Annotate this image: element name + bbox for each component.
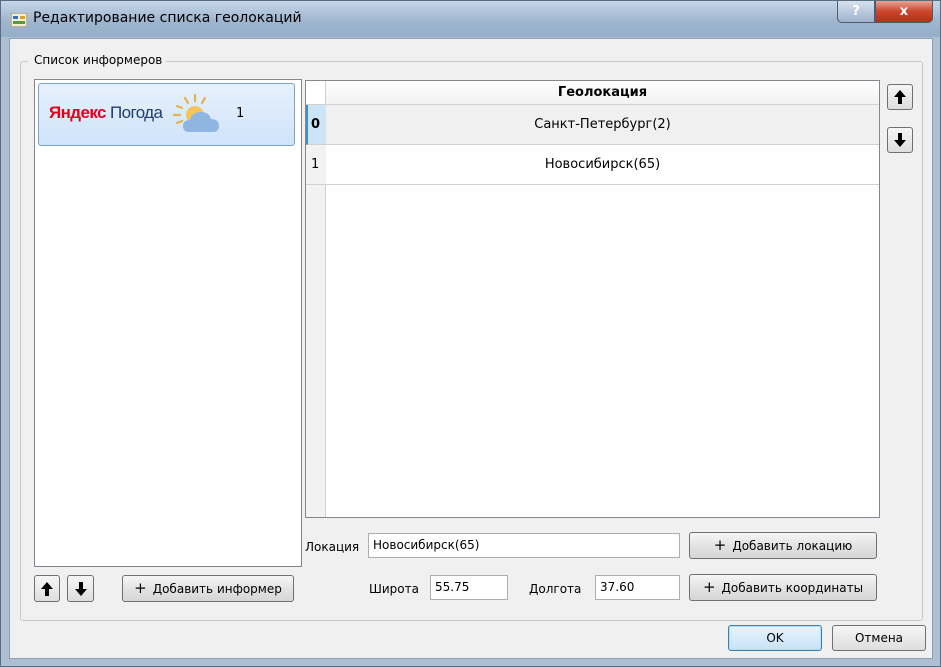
- table-row-1[interactable]: Новосибирск(65): [326, 145, 879, 185]
- add-coordinates-button[interactable]: + Добавить координаты: [689, 574, 877, 601]
- dialog-body: Список информеров Яндекс Погода 1 Геолок…: [9, 38, 933, 659]
- plus-icon: +: [134, 579, 147, 597]
- informer-item[interactable]: Яндекс Погода 1: [38, 83, 295, 146]
- arrow-up-icon: [41, 581, 53, 596]
- longitude-label: Долгота: [529, 582, 582, 596]
- help-button[interactable]: ?: [837, 1, 875, 23]
- arrow-up-icon: [894, 90, 906, 104]
- close-button[interactable]: x: [875, 1, 933, 23]
- plus-icon: +: [702, 578, 716, 596]
- informer-list[interactable]: Яндекс Погода 1: [34, 79, 302, 567]
- add-informer-button[interactable]: + Добавить информер: [122, 575, 294, 602]
- informer-move-up-button[interactable]: [34, 575, 60, 602]
- location-input[interactable]: Новосибирск(65): [368, 533, 680, 558]
- arrow-down-icon: [74, 581, 87, 596]
- informer-move-down-button[interactable]: [67, 575, 94, 602]
- yandex-weather-logo: Яндекс Погода: [49, 103, 163, 122]
- table-corner: [306, 81, 326, 105]
- arrow-down-icon: [894, 133, 906, 147]
- cancel-button[interactable]: Отмена: [832, 625, 926, 651]
- help-icon: ?: [852, 4, 860, 19]
- plus-icon: +: [713, 536, 727, 554]
- close-icon: x: [899, 4, 909, 19]
- geolocation-table[interactable]: Геолокация 0 Санкт-Петербург(2) 1 Новоси…: [305, 80, 880, 518]
- weather-cloud-sun-icon: [172, 93, 219, 132]
- informer-count: 1: [236, 106, 245, 121]
- geo-move-up-button[interactable]: [887, 84, 913, 110]
- latitude-input[interactable]: 55.75: [430, 575, 508, 600]
- geo-move-down-button[interactable]: [887, 127, 913, 153]
- dialog-window: Редактирование списка геолокаций ? x Спи…: [0, 0, 941, 667]
- row-header-1[interactable]: 1: [306, 145, 326, 185]
- column-header-geolocation[interactable]: Геолокация: [326, 81, 879, 105]
- longitude-input[interactable]: 37.60: [595, 575, 680, 600]
- location-label: Локация: [305, 540, 360, 554]
- informers-group-label: Список информеров: [28, 53, 167, 67]
- window-title: Редактирование списка геолокаций: [33, 10, 302, 26]
- table-row-0[interactable]: Санкт-Петербург(2): [326, 105, 879, 145]
- ok-button[interactable]: OK: [728, 625, 822, 651]
- row-header-0[interactable]: 0: [306, 105, 326, 145]
- app-icon: [11, 13, 27, 27]
- add-location-button[interactable]: + Добавить локацию: [689, 532, 877, 559]
- title-bar[interactable]: Редактирование списка геолокаций ? x: [1, 1, 940, 37]
- latitude-label: Широта: [369, 582, 419, 596]
